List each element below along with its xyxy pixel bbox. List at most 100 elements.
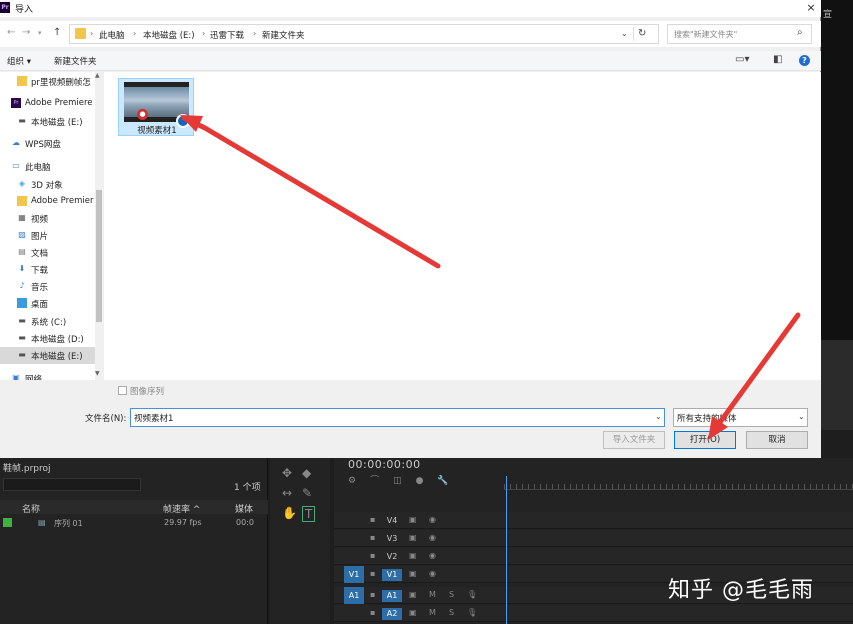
crumb-xunlei[interactable]: 迅雷下载 bbox=[210, 29, 244, 41]
eye-icon[interactable]: ◉ bbox=[429, 569, 436, 578]
col-framerate[interactable]: 帧速率 ^ bbox=[163, 502, 200, 515]
mute-icon[interactable]: M bbox=[429, 608, 436, 617]
up-icon[interactable]: ↑ bbox=[53, 27, 61, 38]
chevron-right-icon[interactable]: › bbox=[253, 29, 256, 38]
lock-icon[interactable]: ▪ bbox=[370, 515, 375, 524]
sync-icon[interactable]: ▣ bbox=[409, 569, 417, 578]
new-folder-button[interactable]: 新建文件夹 bbox=[54, 55, 97, 67]
mic-icon[interactable]: 🎙 bbox=[467, 590, 477, 599]
filename-input[interactable]: 视频素材1 ⌄ bbox=[130, 408, 665, 427]
nav-item-video[interactable]: ▦ 视频 bbox=[0, 210, 96, 227]
nav-item-pictures[interactable]: ▨ 图片 bbox=[0, 227, 96, 244]
lock-icon[interactable]: ▪ bbox=[370, 551, 375, 560]
nav-item-desktop[interactable]: 桌面 bbox=[0, 295, 96, 312]
eye-icon[interactable]: ◉ bbox=[429, 551, 436, 560]
chevron-right-icon[interactable]: › bbox=[133, 29, 136, 38]
crumb-new-folder[interactable]: 新建文件夹 bbox=[262, 29, 305, 41]
chevron-right-icon[interactable]: › bbox=[202, 29, 205, 38]
refresh-icon[interactable]: ↻ bbox=[638, 28, 646, 39]
sync-icon[interactable]: ▣ bbox=[409, 515, 417, 524]
sync-icon[interactable]: ▣ bbox=[409, 590, 417, 599]
col-media[interactable]: 媒体 bbox=[235, 502, 253, 515]
nav-item-3d[interactable]: ◈ 3D 对象 bbox=[0, 176, 96, 193]
track-label[interactable]: V1 bbox=[382, 569, 402, 581]
preview-pane-icon[interactable]: ◧ bbox=[773, 54, 782, 65]
file-item[interactable]: ● 视频素材1 bbox=[118, 78, 194, 136]
ripple-icon[interactable]: ↔ bbox=[282, 486, 292, 500]
search-input[interactable]: 搜索"新建文件夹" ⌕ bbox=[667, 24, 812, 44]
import-folder-button[interactable]: 导入文件夹 bbox=[603, 431, 665, 449]
track-label[interactable]: V3 bbox=[382, 533, 402, 545]
crumb-pc[interactable]: 此电脑 bbox=[99, 29, 125, 41]
nav-item-downloads[interactable]: ⬇ 下载 bbox=[0, 261, 96, 278]
recent-dropdown-icon[interactable]: ▾ bbox=[38, 29, 42, 37]
image-sequence-checkbox[interactable] bbox=[118, 386, 127, 395]
project-search-input[interactable] bbox=[3, 478, 141, 491]
lock-icon[interactable]: ▪ bbox=[370, 569, 375, 578]
nav-item-network[interactable]: ▣ 网络 bbox=[0, 370, 96, 380]
nav-item-drive-c[interactable]: ▬ 系统 (C:) bbox=[0, 313, 96, 330]
timeline-tool-icons[interactable]: ⚙⌒◫●🔧 bbox=[348, 473, 463, 486]
file-list: ● 视频素材1 bbox=[104, 72, 821, 380]
source-patch-a1[interactable]: A1 bbox=[344, 587, 364, 604]
chevron-down-icon[interactable]: ⌄ bbox=[655, 412, 662, 421]
nav-item-pr-folder[interactable]: pr里视频删帧怎 bbox=[0, 73, 96, 90]
nav-item-this-pc[interactable]: ▭ 此电脑 bbox=[0, 158, 96, 175]
playhead[interactable] bbox=[506, 476, 507, 624]
open-button[interactable]: 打开(O) bbox=[674, 431, 736, 449]
address-dropdown-icon[interactable]: ⌄ bbox=[621, 29, 628, 38]
hand-icon[interactable]: ✋ bbox=[282, 506, 297, 520]
razor-icon[interactable]: ◆ bbox=[302, 466, 311, 480]
chevron-up-icon[interactable]: ▲ bbox=[95, 72, 100, 79]
lock-icon[interactable]: ▪ bbox=[370, 608, 375, 617]
sync-icon[interactable]: ▣ bbox=[409, 608, 417, 617]
sync-icon[interactable]: ▣ bbox=[409, 551, 417, 560]
chevron-down-icon[interactable]: ▼ bbox=[95, 370, 100, 377]
help-icon[interactable]: ? bbox=[799, 55, 810, 66]
forward-icon[interactable]: → bbox=[22, 27, 30, 38]
search-icon[interactable]: ⌕ bbox=[797, 27, 803, 38]
nav-item-music[interactable]: ♪ 音乐 bbox=[0, 278, 96, 295]
cancel-button[interactable]: 取消 bbox=[746, 431, 808, 449]
scroll-thumb[interactable] bbox=[96, 190, 102, 322]
eye-icon[interactable]: ◉ bbox=[429, 533, 436, 542]
nav-scrollbar[interactable]: ▲ ▼ bbox=[95, 72, 103, 380]
sync-icon[interactable]: ▣ bbox=[409, 533, 417, 542]
mic-icon[interactable]: 🎙 bbox=[467, 608, 477, 617]
track-label[interactable]: A2 bbox=[382, 608, 402, 620]
track-select-icon[interactable]: ✥ bbox=[282, 466, 292, 480]
back-icon[interactable]: ← bbox=[7, 27, 15, 38]
nav-item-adobe-premiere[interactable]: Pr Adobe Premiere bbox=[0, 95, 96, 112]
crumb-drive-e[interactable]: 本地磁盘 (E:) bbox=[143, 29, 195, 41]
nav-item-drive-d[interactable]: ▬ 本地磁盘 (D:) bbox=[0, 330, 96, 347]
pen-icon[interactable]: ✎ bbox=[302, 486, 312, 500]
lock-icon[interactable]: ▪ bbox=[370, 590, 375, 599]
source-patch-v1[interactable]: V1 bbox=[344, 566, 364, 583]
track-label[interactable]: A1 bbox=[382, 590, 402, 602]
col-name[interactable]: 名称 bbox=[22, 502, 40, 515]
filetype-select[interactable]: 所有支持的媒体 ⌄ bbox=[673, 408, 808, 427]
chevron-right-icon[interactable]: › bbox=[90, 29, 93, 38]
organize-button[interactable]: 组织 ▾ bbox=[7, 55, 31, 67]
solo-icon[interactable]: S bbox=[449, 608, 454, 617]
eye-icon[interactable]: ◉ bbox=[429, 515, 436, 524]
timecode[interactable]: 00:00:00:00 bbox=[348, 458, 421, 471]
track-label[interactable]: V2 bbox=[382, 551, 402, 563]
type-tool-icon[interactable]: T bbox=[302, 506, 316, 522]
solo-icon[interactable]: S bbox=[449, 590, 454, 599]
nav-item-documents[interactable]: ▤ 文档 bbox=[0, 244, 96, 261]
nav-item-drive-e[interactable]: ▬ 本地磁盘 (E:) bbox=[0, 347, 96, 364]
view-options-icon[interactable]: ▭▾ bbox=[735, 54, 749, 65]
lock-icon[interactable]: ▪ bbox=[370, 533, 375, 542]
sequence-row[interactable]: ▤ 序列 01 29.97 fps 00:0 bbox=[0, 516, 268, 530]
nav-item-adobe-premier[interactable]: Adobe Premier bbox=[0, 193, 96, 210]
media-badge-icon: ● bbox=[137, 109, 148, 120]
mute-icon[interactable]: M bbox=[429, 590, 436, 599]
close-button[interactable]: × bbox=[804, 0, 818, 16]
nav-item-wps[interactable]: ☁ WPS网盘 bbox=[0, 135, 96, 152]
track-label[interactable]: V4 bbox=[382, 515, 402, 527]
chevron-down-icon[interactable]: ⌄ bbox=[798, 412, 805, 421]
address-bar[interactable]: › 此电脑 › 本地磁盘 (E:) › 迅雷下载 › 新建文件夹 ⌄ ↻ bbox=[69, 24, 659, 44]
nav-item-drive-e-quick[interactable]: ▬ 本地磁盘 (E:) bbox=[0, 113, 96, 130]
time-ruler[interactable] bbox=[504, 476, 853, 490]
